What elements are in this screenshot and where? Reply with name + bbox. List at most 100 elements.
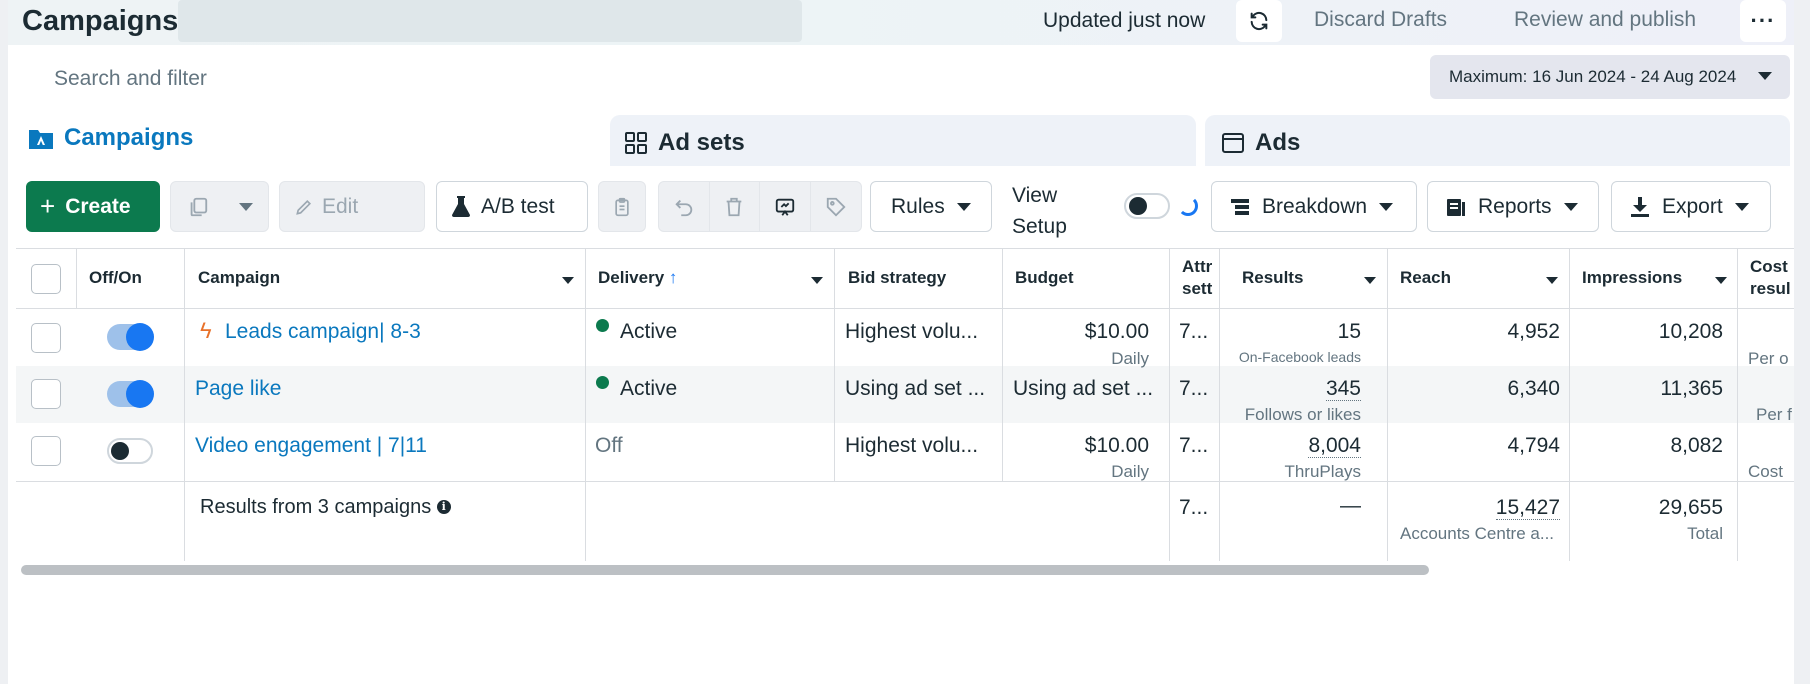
- edit-label: Edit: [322, 194, 359, 218]
- delete-button[interactable]: [710, 182, 760, 231]
- summary-results: —: [1340, 494, 1361, 517]
- campaign-toggle[interactable]: [107, 380, 154, 408]
- campaigns-table: Off/On Campaign Delivery ↑ Bid strategy …: [16, 248, 1794, 561]
- toggle-knob: [1129, 197, 1147, 215]
- trash-icon: [726, 197, 742, 216]
- status-active-dot: [596, 319, 609, 332]
- undo-icon: [675, 199, 692, 216]
- sort-caret-icon[interactable]: [1715, 277, 1727, 284]
- create-label: Create: [65, 194, 131, 218]
- breakdown-button[interactable]: Breakdown: [1211, 181, 1417, 232]
- delivery-status: Active: [620, 377, 678, 400]
- row-checkbox[interactable]: [31, 379, 61, 409]
- column-header-results[interactable]: Results: [1242, 268, 1303, 288]
- redacted-account-area: [178, 0, 802, 42]
- left-edge: [0, 0, 8, 684]
- sort-caret-icon[interactable]: [1364, 277, 1376, 284]
- results-type: Follows or likes: [1244, 405, 1361, 424]
- preview-button[interactable]: [760, 182, 811, 231]
- budget-period: Daily: [1111, 349, 1149, 368]
- ab-test-button[interactable]: A/B test: [436, 181, 588, 232]
- info-icon[interactable]: i: [436, 500, 451, 514]
- select-all-checkbox[interactable]: [31, 264, 61, 294]
- column-header-campaign[interactable]: Campaign: [198, 268, 280, 288]
- divider: [1569, 248, 1570, 561]
- horizontal-scrollbar[interactable]: [21, 565, 1429, 575]
- divider: [585, 248, 586, 561]
- grid-icon: [624, 131, 648, 155]
- view-setup-toggle[interactable]: [1124, 193, 1170, 219]
- campaign-name-link[interactable]: Leads campaign| 8-3: [225, 320, 421, 344]
- bid-strategy: Using ad set ...: [845, 377, 986, 400]
- results-value: 345: [1325, 377, 1361, 401]
- reports-button[interactable]: Reports: [1427, 181, 1599, 232]
- sort-caret-icon[interactable]: [562, 277, 574, 284]
- duplicate-button[interactable]: [170, 181, 269, 232]
- column-header-attribution[interactable]: Attr sett: [1182, 256, 1218, 300]
- row-checkbox[interactable]: [31, 436, 61, 466]
- tag-button[interactable]: [811, 182, 862, 231]
- status-active-dot: [596, 376, 609, 389]
- column-header-delivery[interactable]: Delivery ↑: [598, 268, 677, 288]
- cost-per-result-label: Per o: [1748, 349, 1789, 368]
- rules-button[interactable]: Rules: [870, 181, 992, 232]
- sort-caret-icon[interactable]: [1546, 277, 1558, 284]
- download-icon: [1628, 195, 1652, 219]
- row-checkbox[interactable]: [31, 323, 61, 353]
- bid-strategy: Highest volu...: [845, 434, 979, 457]
- toggle-knob: [111, 442, 129, 460]
- column-header-cost[interactable]: Cost resul: [1750, 256, 1794, 300]
- chevron-down-icon: [1758, 72, 1772, 80]
- search-input[interactable]: Search and filter: [16, 55, 1424, 99]
- column-header-budget[interactable]: Budget: [1015, 268, 1074, 288]
- cost-per-result-label: Per f: [1756, 405, 1792, 424]
- divider: [834, 248, 835, 481]
- flask-icon: [451, 195, 471, 218]
- action-button-group: [658, 181, 862, 232]
- column-header-off-on[interactable]: Off/On: [89, 268, 142, 288]
- campaign-toggle[interactable]: [107, 438, 153, 464]
- review-and-publish-button[interactable]: Review and publish: [1514, 8, 1696, 32]
- clipboard-button[interactable]: [598, 181, 646, 232]
- refresh-button[interactable]: [1236, 0, 1282, 42]
- sort-up-arrow-icon: ↑: [668, 268, 678, 287]
- create-button[interactable]: + Create: [26, 181, 160, 232]
- campaign-name-link[interactable]: Video engagement | 7|11: [195, 434, 427, 458]
- tab-ads[interactable]: Ads: [1205, 115, 1790, 171]
- discard-drafts-button[interactable]: Discard Drafts: [1314, 8, 1447, 32]
- divider: [1219, 248, 1220, 561]
- attribution-setting: 7...: [1179, 320, 1209, 343]
- export-button[interactable]: Export: [1611, 181, 1771, 232]
- date-range-picker[interactable]: Maximum: 16 Jun 2024 - 24 Aug 2024: [1430, 55, 1790, 99]
- summary-attribution: 7...: [1179, 496, 1209, 519]
- loading-spinner-icon: [1178, 196, 1198, 216]
- campaign-name-link[interactable]: Page like: [195, 377, 281, 401]
- tab-ad-sets[interactable]: Ad sets: [610, 115, 1196, 171]
- column-header-bid-strategy[interactable]: Bid strategy: [848, 268, 946, 288]
- preview-icon: [775, 198, 794, 216]
- undo-button[interactable]: [659, 182, 710, 231]
- campaign-toggle[interactable]: [107, 323, 154, 351]
- rules-label: Rules: [891, 194, 945, 218]
- impressions-value: 10,208: [1658, 320, 1723, 343]
- budget-period: Daily: [1111, 462, 1149, 481]
- reports-icon: [1444, 195, 1468, 219]
- summary-impressions: 29,655: [1658, 496, 1723, 519]
- reach-value: 4,952: [1507, 320, 1560, 343]
- more-options-button[interactable]: ···: [1740, 0, 1786, 42]
- breakdown-icon: [1228, 195, 1252, 219]
- edit-button[interactable]: Edit: [279, 181, 425, 232]
- clipboard-icon: [612, 196, 632, 218]
- column-header-impressions[interactable]: Impressions: [1582, 268, 1682, 288]
- ab-test-label: A/B test: [481, 194, 555, 218]
- tab-campaigns-label: Campaigns: [64, 124, 194, 151]
- attribution-setting: 7...: [1179, 377, 1209, 400]
- tab-ads-label: Ads: [1255, 129, 1301, 156]
- budget-value: $10.00: [1084, 320, 1149, 343]
- budget-value: $10.00: [1084, 434, 1149, 457]
- column-header-reach[interactable]: Reach: [1400, 268, 1451, 288]
- sort-caret-icon[interactable]: [811, 277, 823, 284]
- results-value: 8,004: [1308, 434, 1361, 458]
- delivery-status: Active: [620, 320, 678, 343]
- tab-campaigns[interactable]: Campaigns: [16, 110, 601, 166]
